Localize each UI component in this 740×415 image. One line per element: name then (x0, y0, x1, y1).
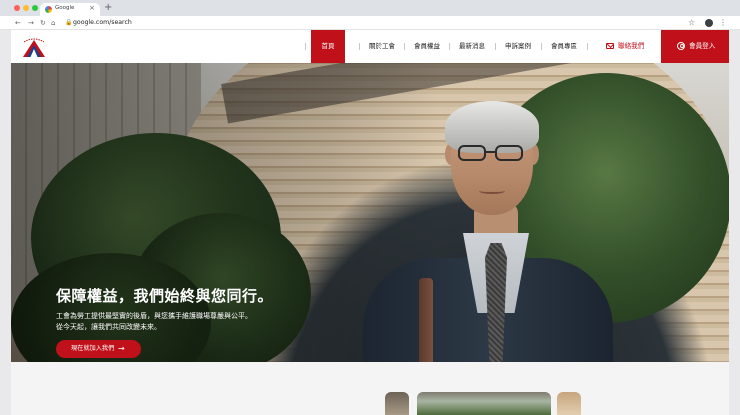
forward-icon[interactable]: → (28, 18, 34, 28)
mail-icon (606, 43, 614, 49)
content-section (11, 362, 729, 415)
reload-icon[interactable]: ↻ (40, 18, 46, 28)
maximize-window-button[interactable] (32, 5, 38, 11)
nav-item-home[interactable]: 首頁 (311, 30, 345, 63)
address-bar[interactable]: 🔒 google.com/search (60, 18, 700, 28)
address-url[interactable]: google.com/search (73, 19, 132, 26)
tab-bar: Google × + (0, 0, 740, 16)
browser-menu-icon[interactable]: ⋮ (719, 17, 727, 28)
profile-avatar[interactable] (705, 19, 713, 27)
nav-separator (404, 43, 405, 50)
close-window-button[interactable] (14, 5, 20, 11)
new-tab-button[interactable]: + (104, 2, 112, 14)
login-label: 會員登入 (689, 42, 716, 50)
contact-label: 聯絡我們 (618, 42, 645, 50)
minimize-window-button[interactable] (23, 5, 29, 11)
browser-window: Google × + ← → ↻ ⌂ 🔒 google.com/search ☆… (0, 0, 740, 415)
nav-separator (305, 43, 306, 50)
nav-separator (495, 43, 496, 50)
login-button[interactable]: 會員登入 (661, 30, 729, 63)
bookmark-star-icon[interactable]: ☆ (688, 17, 695, 28)
nav-item-news[interactable]: 最新消息 (455, 30, 489, 63)
browser-tab[interactable]: Google × (40, 3, 100, 16)
nav-item-about[interactable]: 關於工會 (365, 30, 399, 63)
web-page: 首頁 關於工會 會員權益 最新消息 申訴案例 會員專區 聯絡我們 會員登入 保障… (11, 30, 729, 415)
hero-photo-bag-strap (419, 278, 433, 362)
nav-item-members[interactable]: 會員專區 (547, 30, 581, 63)
news-thumbnail[interactable] (557, 392, 581, 415)
nav-separator (449, 43, 450, 50)
hero-description-line: 工會為勞工提供最堅實的後盾，與您攜手維護職場尊嚴與公平。 (56, 312, 252, 320)
hero-title: 保障權益，我們始終與您同行。 (56, 287, 274, 305)
user-icon (677, 42, 685, 50)
hero-description: 工會為勞工提供最堅實的後盾，與您攜手維護職場尊嚴與公平。 從今天起，讓我們共同改… (56, 311, 326, 333)
nav-separator (359, 43, 360, 50)
nav-item-cases[interactable]: 申訴案例 (501, 30, 535, 63)
hero-photo-person-hair (445, 101, 539, 153)
news-thumbnail[interactable] (417, 392, 551, 415)
nav-separator (541, 43, 542, 50)
nav-item-benefits[interactable]: 會員權益 (410, 30, 444, 63)
join-now-label: 現在就加入我們 (71, 345, 115, 352)
hero-photo-glasses-bridge (486, 151, 495, 153)
union-logo[interactable] (21, 36, 47, 58)
lock-icon: 🔒 (65, 19, 73, 26)
home-icon[interactable]: ⌂ (51, 18, 55, 28)
tab-close-icon[interactable]: × (89, 4, 95, 12)
hero-description-line: 從今天起，讓我們共同改變未來。 (56, 323, 161, 331)
arrow-right-icon: → (118, 344, 125, 353)
hero-photo-glasses (495, 145, 523, 161)
hero-banner: 保障權益，我們始終與您同行。 工會為勞工提供最堅實的後盾，與您攜手維護職場尊嚴與… (11, 63, 729, 362)
tab-title: Google (55, 5, 75, 11)
hero-photo-smile (479, 188, 505, 194)
hero-photo-glasses (458, 145, 486, 161)
google-favicon-icon (45, 6, 52, 13)
back-icon[interactable]: ← (15, 18, 21, 28)
news-thumbnail[interactable] (385, 392, 409, 415)
join-now-button[interactable]: 現在就加入我們 → (56, 340, 141, 358)
browser-toolbar: ← → ↻ ⌂ 🔒 google.com/search ☆ ⋮ (0, 16, 740, 30)
nav-separator (587, 43, 588, 50)
site-header: 首頁 關於工會 會員權益 最新消息 申訴案例 會員專區 聯絡我們 會員登入 (11, 30, 729, 63)
